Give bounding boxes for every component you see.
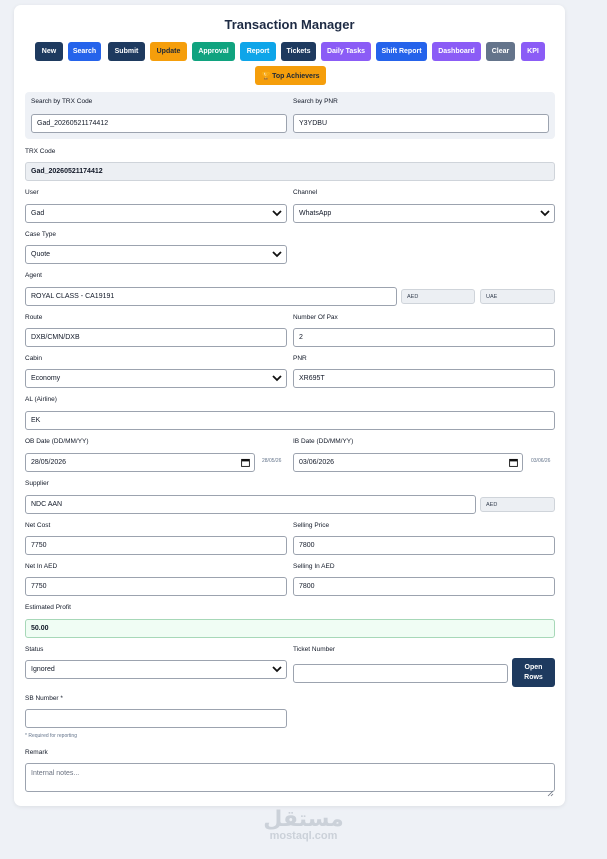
agent-input[interactable]: ROYAL CLASS - CA19191 <box>25 287 397 306</box>
ticket-number-input[interactable] <box>293 664 508 683</box>
pnr-input[interactable]: XR695T <box>293 369 555 388</box>
submit-button[interactable]: Submit <box>108 42 145 61</box>
chevron-down-icon <box>539 208 551 220</box>
sb-number-hint: * Required for reporting <box>25 733 77 739</box>
ob-date-value: 28/05/2026 <box>31 459 67 466</box>
clear-button[interactable]: Clear <box>486 42 515 61</box>
airline-input[interactable]: EK <box>25 411 555 430</box>
calendar-icon[interactable] <box>239 457 251 469</box>
trx-search-input[interactable]: Gad_20260521174412 <box>31 114 287 133</box>
search-button[interactable]: Search <box>68 42 101 61</box>
ib-date-value: 03/06/2026 <box>299 459 335 466</box>
chevron-down-icon <box>271 208 283 220</box>
channel-select-value: WhatsApp <box>299 210 332 217</box>
net-cost-label: Net Cost <box>25 522 51 529</box>
shift-report-button[interactable]: Shift Report <box>376 42 427 61</box>
ob-date-input[interactable]: 28/05/2026 <box>25 453 255 472</box>
selling-price-label: Selling Price <box>293 522 330 529</box>
case-type-label: Case Type <box>25 231 56 238</box>
pnr-label: PNR <box>293 355 307 362</box>
open-rows-button[interactable]: Open Rows <box>512 658 555 687</box>
profit-label: Estimated Profit <box>25 604 71 611</box>
profit-field: 50.00 <box>25 619 555 638</box>
status-select[interactable]: Ignored <box>25 660 287 679</box>
chevron-down-icon <box>271 249 283 261</box>
pax-label: Number Of Pax <box>293 314 338 321</box>
update-button[interactable]: Update <box>150 42 187 61</box>
net-aed-label: Net In AED <box>25 563 58 570</box>
cabin-select-value: Economy <box>31 375 61 382</box>
case-type-select[interactable]: Quote <box>25 245 287 264</box>
remark-label: Remark <box>25 749 48 756</box>
transaction-card: Transaction Manager New Search Submit Up… <box>14 5 565 806</box>
ob-date-label: OB Date (DD/MM/YY) <box>25 438 89 445</box>
pnr-search-label: Search by PNR <box>293 98 338 105</box>
agent-country-field: UAE <box>480 289 555 304</box>
agent-label: Agent <box>25 272 42 279</box>
ib-date-short: 03/06/26 <box>531 458 551 464</box>
resize-handle-icon[interactable] <box>547 784 554 802</box>
calendar-icon[interactable] <box>507 457 519 469</box>
ob-date-short: 28/05/26 <box>262 458 282 464</box>
search-panel: Search by TRX Code Gad_20260521174412 Se… <box>25 92 555 139</box>
sb-number-label: SB Number * <box>25 695 63 702</box>
user-select[interactable]: Gad <box>25 204 287 223</box>
user-select-value: Gad <box>31 210 45 217</box>
chevron-down-icon <box>271 373 283 385</box>
status-label: Status <box>25 646 44 653</box>
user-label: User <box>25 189 39 196</box>
trx-code-label: TRX Code <box>25 148 56 155</box>
selling-price-input[interactable]: 7800 <box>293 536 555 555</box>
report-button[interactable]: Report <box>240 42 276 61</box>
dashboard-button[interactable]: Dashboard <box>432 42 481 61</box>
daily-tasks-button[interactable]: Daily Tasks <box>321 42 371 61</box>
trx-code-field: Gad_20260521174412 <box>25 162 555 181</box>
cabin-label: Cabin <box>25 355 42 362</box>
route-input[interactable]: DXB/CMN/DXB <box>25 328 287 347</box>
kpi-button[interactable]: KPI <box>521 42 545 61</box>
new-button[interactable]: New <box>35 42 63 61</box>
pnr-search-input[interactable]: Y3YDBU <box>293 114 549 133</box>
airline-label: AL (Airline) <box>25 396 57 403</box>
case-type-select-value: Quote <box>31 251 51 258</box>
supplier-input[interactable]: NDC AAN <box>25 495 476 514</box>
channel-select[interactable]: WhatsApp <box>293 204 555 223</box>
chevron-down-icon <box>271 664 283 676</box>
watermark-url: mostaql.com <box>269 830 338 842</box>
selling-aed-label: Selling In AED <box>293 563 335 570</box>
agent-currency-field: AED <box>401 289 475 304</box>
ib-date-label: IB Date (DD/MM/YY) <box>293 438 354 445</box>
ib-date-input[interactable]: 03/06/2026 <box>293 453 523 472</box>
supplier-label: Supplier <box>25 480 49 487</box>
cabin-select[interactable]: Economy <box>25 369 287 388</box>
approval-button[interactable]: Approval <box>192 42 235 61</box>
page-title: Transaction Manager <box>224 17 355 32</box>
top-achievers-button[interactable]: 🏆 Top Achievers <box>255 66 326 85</box>
sb-number-input[interactable] <box>25 709 287 728</box>
supplier-currency-field: AED <box>480 497 555 512</box>
trx-search-label: Search by TRX Code <box>31 98 93 105</box>
ticket-number-label: Ticket Number <box>293 646 336 653</box>
channel-label: Channel <box>293 189 318 196</box>
net-cost-input[interactable]: 7750 <box>25 536 287 555</box>
tickets-button[interactable]: Tickets <box>281 42 316 61</box>
status-select-value: Ignored <box>31 666 55 673</box>
remark-textarea[interactable]: Internal notes... <box>25 763 555 792</box>
pax-input[interactable]: 2 <box>293 328 555 347</box>
route-label: Route <box>25 314 43 321</box>
watermark-logo: مستقل <box>263 806 344 831</box>
net-aed-input[interactable]: 7750 <box>25 577 287 596</box>
selling-aed-input[interactable]: 7800 <box>293 577 555 596</box>
